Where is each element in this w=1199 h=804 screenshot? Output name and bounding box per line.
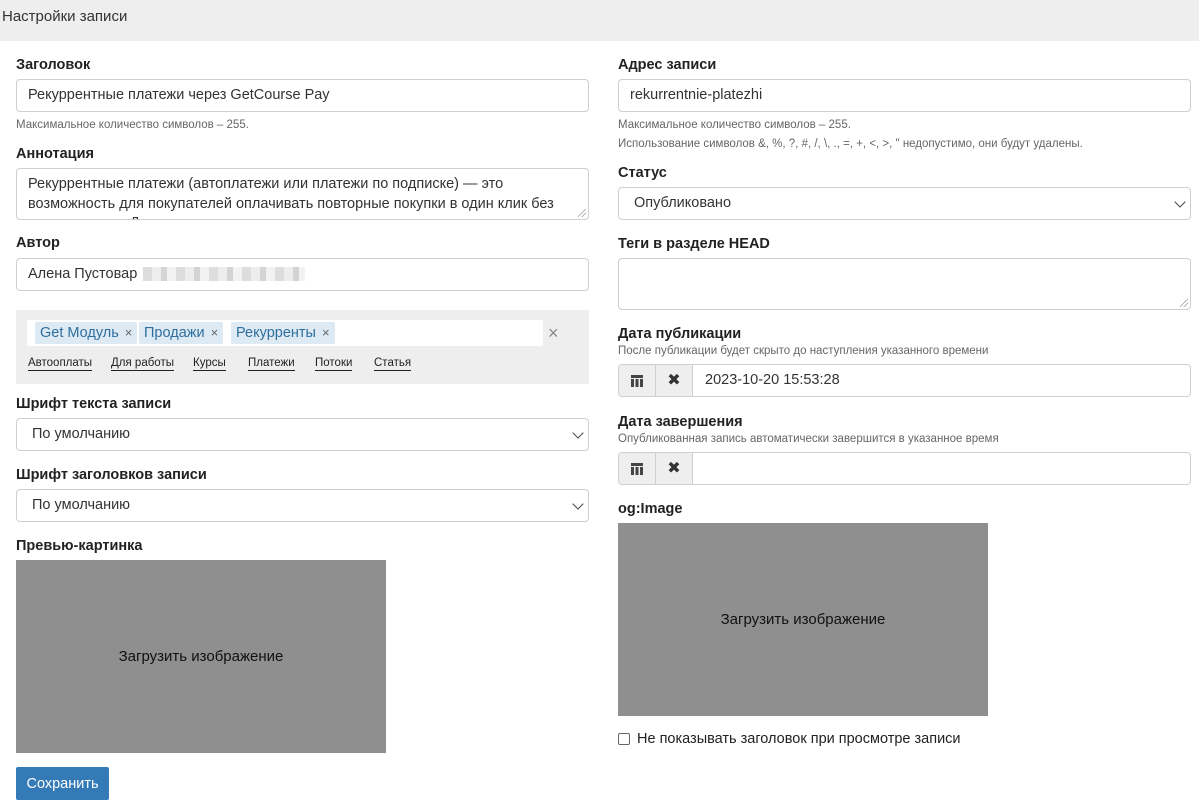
tag-chip[interactable]: Get Модуль × [35,322,138,344]
tag-chip-label: Рекурренты [236,325,316,341]
calendar-button[interactable] [619,453,656,484]
tag-suggestion[interactable]: Статья [374,356,412,371]
annotation-label: Аннотация [16,146,94,162]
heading-font-value: По умолчанию [32,497,131,513]
chevron-down-icon [572,498,584,510]
calendar-icon [631,462,643,475]
page-title: Настройки записи [2,8,128,25]
tag-chip[interactable]: Рекурренты × [231,322,335,344]
address-help-length: Максимальное количество символов – 255. [618,119,851,131]
redacted-blur [143,267,306,282]
tag-suggestion[interactable]: Платежи [248,356,295,371]
preview-image-label: Превью-картинка [16,538,143,554]
head-tags-label: Теги в разделе HEAD [618,236,770,252]
annotation-textarea[interactable]: Рекуррентные платежи (автоплатежи или пл… [16,168,589,220]
status-select[interactable]: Опубликовано [618,187,1191,220]
remove-tag-icon[interactable]: × [322,325,330,340]
tags-input[interactable]: Get Модуль × Продажи × Рекурренты × [27,320,543,346]
publish-date-group: ✖ 2023-10-20 15:53:28 [618,364,1191,397]
clear-date-button[interactable]: ✖ [656,365,693,396]
page-header: Настройки записи [0,0,1199,41]
tag-suggestion[interactable]: Потоки [315,356,353,371]
remove-tag-icon[interactable]: × [125,325,133,340]
heading-font-select[interactable]: По умолчанию [16,489,589,522]
tags-box: Get Модуль × Продажи × Рекурренты × × Автоо… [16,310,589,384]
clear-tags-icon[interactable]: × [548,324,559,342]
preview-image-upload[interactable]: Загрузить изображение [16,560,386,753]
calendar-icon [631,374,643,387]
tag-chip-label: Get Модуль [40,325,119,341]
tag-suggestion[interactable]: Для работы [111,356,174,371]
status-value: Опубликовано [634,195,732,211]
tag-chip[interactable]: Продажи × [139,322,224,344]
address-help-chars: Использование символов &, %, ?, #, /, \,… [618,138,1083,150]
address-input[interactable]: rekurrentnie-platezhi [618,79,1191,112]
resize-handle-icon[interactable] [578,209,586,217]
author-input[interactable]: Алена Пустовар [16,258,589,291]
end-date-help: Опубликованная запись автоматически заве… [618,433,999,445]
title-help: Максимальное количество символов – 255. [16,119,249,131]
body-font-label: Шрифт текста записи [16,396,172,412]
hide-title-checkbox[interactable] [618,733,630,745]
chevron-down-icon [572,427,584,439]
author-value: Алена Пустовар [28,266,138,282]
publish-date-input[interactable]: 2023-10-20 15:53:28 [705,365,840,396]
end-date-label: Дата завершения [618,414,743,430]
close-icon: ✖ [667,371,681,389]
hide-title-label[interactable]: Не показывать заголовок при просмотре за… [637,731,961,747]
annotation-text: Рекуррентные платежи (автоплатежи или пл… [28,176,554,219]
body-font-select[interactable]: По умолчанию [16,418,589,451]
close-icon: ✖ [667,459,681,477]
upload-image-text: Загрузить изображение [720,611,886,628]
save-button[interactable]: Сохранить [16,767,109,800]
remove-tag-icon[interactable]: × [211,325,219,340]
calendar-button[interactable] [619,365,656,396]
tag-suggestion[interactable]: Автооплаты [28,356,93,371]
chevron-down-icon [1174,196,1186,208]
publish-date-label: Дата публикации [618,326,742,342]
title-label: Заголовок [16,57,91,73]
clear-date-button[interactable]: ✖ [656,453,693,484]
upload-image-text: Загрузить изображение [118,648,284,665]
resize-handle-icon[interactable] [1180,299,1188,307]
og-image-upload[interactable]: Загрузить изображение [618,523,988,716]
head-tags-textarea[interactable] [618,258,1191,310]
heading-font-label: Шрифт заголовков записи [16,467,207,483]
tag-chip-label: Продажи [144,325,205,341]
author-label: Автор [16,235,60,251]
address-label: Адрес записи [618,57,717,73]
status-label: Статус [618,165,667,181]
body-font-value: По умолчанию [32,426,131,442]
og-image-label: og:Image [618,501,683,517]
publish-date-help: После публикации будет скрыто до наступл… [618,345,989,357]
tag-suggestion[interactable]: Курсы [193,356,226,371]
title-input[interactable]: Рекуррентные платежи через GetCourse Pay [16,79,589,112]
end-date-group: ✖ [618,452,1191,485]
